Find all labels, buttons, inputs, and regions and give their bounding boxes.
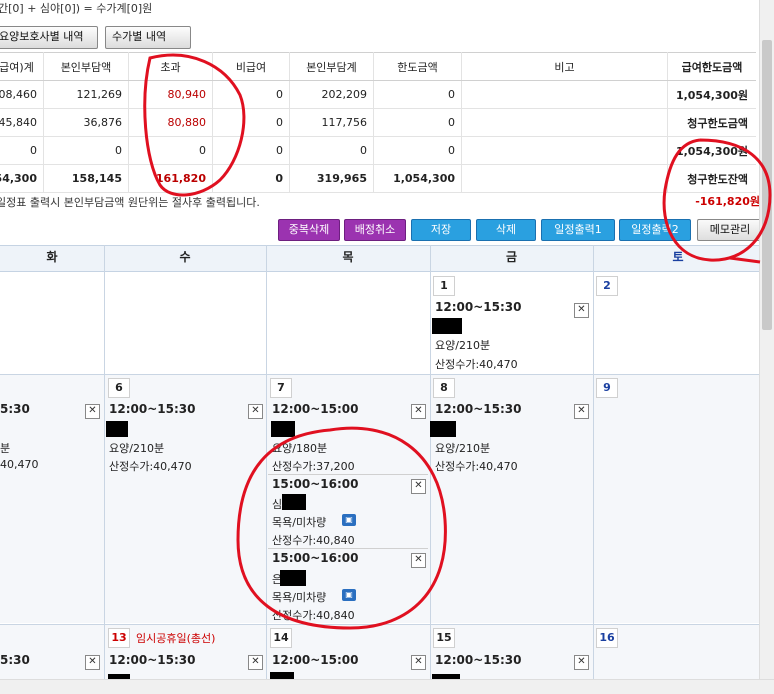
- annotation-circle-bath: [236, 426, 447, 630]
- annotation-circle-excess: [143, 53, 246, 197]
- annotation-circle-remaining: [662, 138, 772, 264]
- annotation-overlay: [143, 53, 772, 630]
